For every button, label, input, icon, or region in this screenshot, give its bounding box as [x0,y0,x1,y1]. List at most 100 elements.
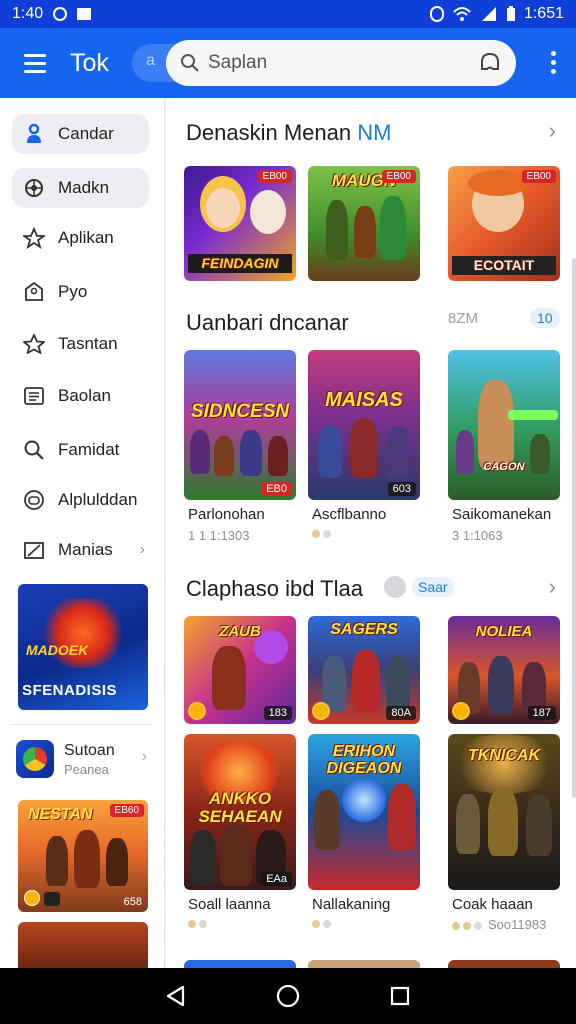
coin-icon [312,702,330,720]
home-icon[interactable] [268,976,308,1016]
signal-icon [481,7,496,21]
menu-icon[interactable] [0,28,70,98]
game-art: SAGERS 80A [308,616,420,724]
game-character [74,830,100,888]
edit-icon [22,538,46,562]
section-badge: 10 [530,308,560,328]
sidebar-item-madkn[interactable]: Madkn [12,168,149,208]
sidebar: Candar Madkn Aplikan Pyo Tasntan Baolan … [0,98,165,968]
sidebar-item-famidat[interactable]: Famidat [12,430,149,470]
coin-icon [452,702,470,720]
alarm-icon [429,6,444,22]
game-art: FEINDAGIN EB00 [184,166,296,281]
sidebar-item-tasntan[interactable]: Tasntan [12,324,149,364]
game-meta: 3 1:1063 [452,528,503,543]
game-art: SIDNCESN EB0 [184,350,296,500]
controller-badge-icon [44,892,60,906]
game-card-partial[interactable] [184,960,296,968]
more-options-icon[interactable] [551,51,556,74]
game-art: ECOTAIT EB00 [448,166,560,281]
app-bar: Tok a [0,28,576,98]
star-icon [22,332,46,356]
sidebar-item-pyo[interactable]: Pyo [12,272,149,312]
game-art: ANKKO SEHAEAN EAa [184,734,296,890]
game-art: ERIHON DIGEAON [308,734,420,890]
sidebar-item-candar[interactable]: Candar [12,114,149,154]
person-icon [22,122,46,146]
game-title: NESTAN [28,806,93,823]
game-art: ZAUB 183 [184,616,296,724]
game-card[interactable]: FEINDAGIN EB00 [184,166,296,281]
chevron-right-icon: › [141,748,147,765]
sidebar-divider [12,724,152,725]
app-logo-icon [16,740,54,778]
battery-icon [506,6,515,21]
search-bar[interactable] [166,40,516,86]
game-card[interactable]: SAGERS 80A [308,616,420,724]
game-name: Ascflbanno [312,506,387,523]
game-character [106,838,128,886]
rating-dots [312,530,331,538]
search-area: a [132,40,516,86]
sidebar-item-aplikan[interactable]: Aplikan [12,218,149,258]
chevron-right-icon[interactable]: › [549,574,556,600]
game-meta: Soo11983 [488,917,547,932]
game-name: Nallakaning [312,896,391,913]
list-icon [22,384,46,408]
game-meta: 1 1 1:1303 [188,528,250,543]
game-card[interactable]: ERIHON DIGEAON Nallakaning [308,734,420,940]
wifi-icon [453,7,471,21]
promo-subtitle: SFENADISIS [22,682,118,699]
chevron-right-icon: › [139,541,145,558]
sidebar-item-alplulddan[interactable]: Alplulddan [12,480,149,520]
main-content: Denaskin Menan NM › FEINDAGIN EB00 MAUGN… [166,98,576,968]
sidebar-game-card[interactable]: NESTAN EB60 658 [18,800,148,912]
coin-icon [24,890,40,906]
game-card[interactable]: MAUGN EB00 [308,166,420,281]
game-card[interactable]: CAGON Saikomanekan 3 1:1063 [448,350,560,550]
rating-dots [188,920,207,928]
recents-icon[interactable] [380,976,420,1016]
section-badge: Saar [384,576,454,598]
scrollbar[interactable] [572,258,576,798]
coin-icon [188,702,206,720]
section-title: Claphaso ibd Tlaa [186,576,363,601]
section-title: Denaskin Menan NM [186,120,392,145]
game-card[interactable]: ZAUB 183 [184,616,296,724]
status-bar: 1:40 1:651 [0,0,576,28]
game-card-partial[interactable] [448,960,560,968]
section-meta: 8ZM [448,310,478,327]
game-card-partial[interactable] [308,960,420,968]
chevron-right-icon[interactable]: › [549,118,556,144]
game-character [46,836,68,886]
section-title: Uanbari dncanar [186,310,349,335]
game-count: 658 [123,896,142,908]
tag-icon [22,280,46,304]
game-card[interactable]: ANKKO SEHAEAN EAa Soall laanna [184,734,296,940]
game-card[interactable]: ECOTAIT EB00 [448,166,560,281]
sidebar-game-card-partial[interactable] [18,922,148,968]
assistant-icon[interactable] [478,51,502,75]
app-title: Tok [70,48,109,77]
game-card[interactable]: TKNICAK Coak haaan Soo11983 [448,734,560,940]
back-icon[interactable] [156,976,196,1016]
game-name: Parlonohan [188,506,265,523]
game-tag: EB60 [109,804,144,817]
rating-dots [452,922,482,930]
notification-square-icon [77,8,92,20]
status-time: 1:40 [12,5,44,22]
game-name: Soall laanna [188,896,271,913]
game-card[interactable]: SIDNCESN EB0 Parlonohan 1 1 1:1303 [184,350,296,550]
search-icon [181,54,199,72]
search-input[interactable] [208,52,458,74]
sidebar-app-entry[interactable]: Sutoan Peanea › [16,738,151,782]
promo-banner[interactable]: MADOEK SFENADISIS [18,584,148,710]
sidebar-item-manias[interactable]: Manias › [12,530,149,570]
game-card[interactable]: MAISAS 603 Ascflbanno [308,350,420,550]
sidebar-item-baolan[interactable]: Baolan [12,376,149,416]
app-subtitle: Peanea [64,762,109,777]
gamepad-icon [22,176,46,200]
game-art: TKNICAK [448,734,560,890]
game-card[interactable]: NOLIEA 187 [448,616,560,724]
app-name: Sutoan [64,742,115,759]
